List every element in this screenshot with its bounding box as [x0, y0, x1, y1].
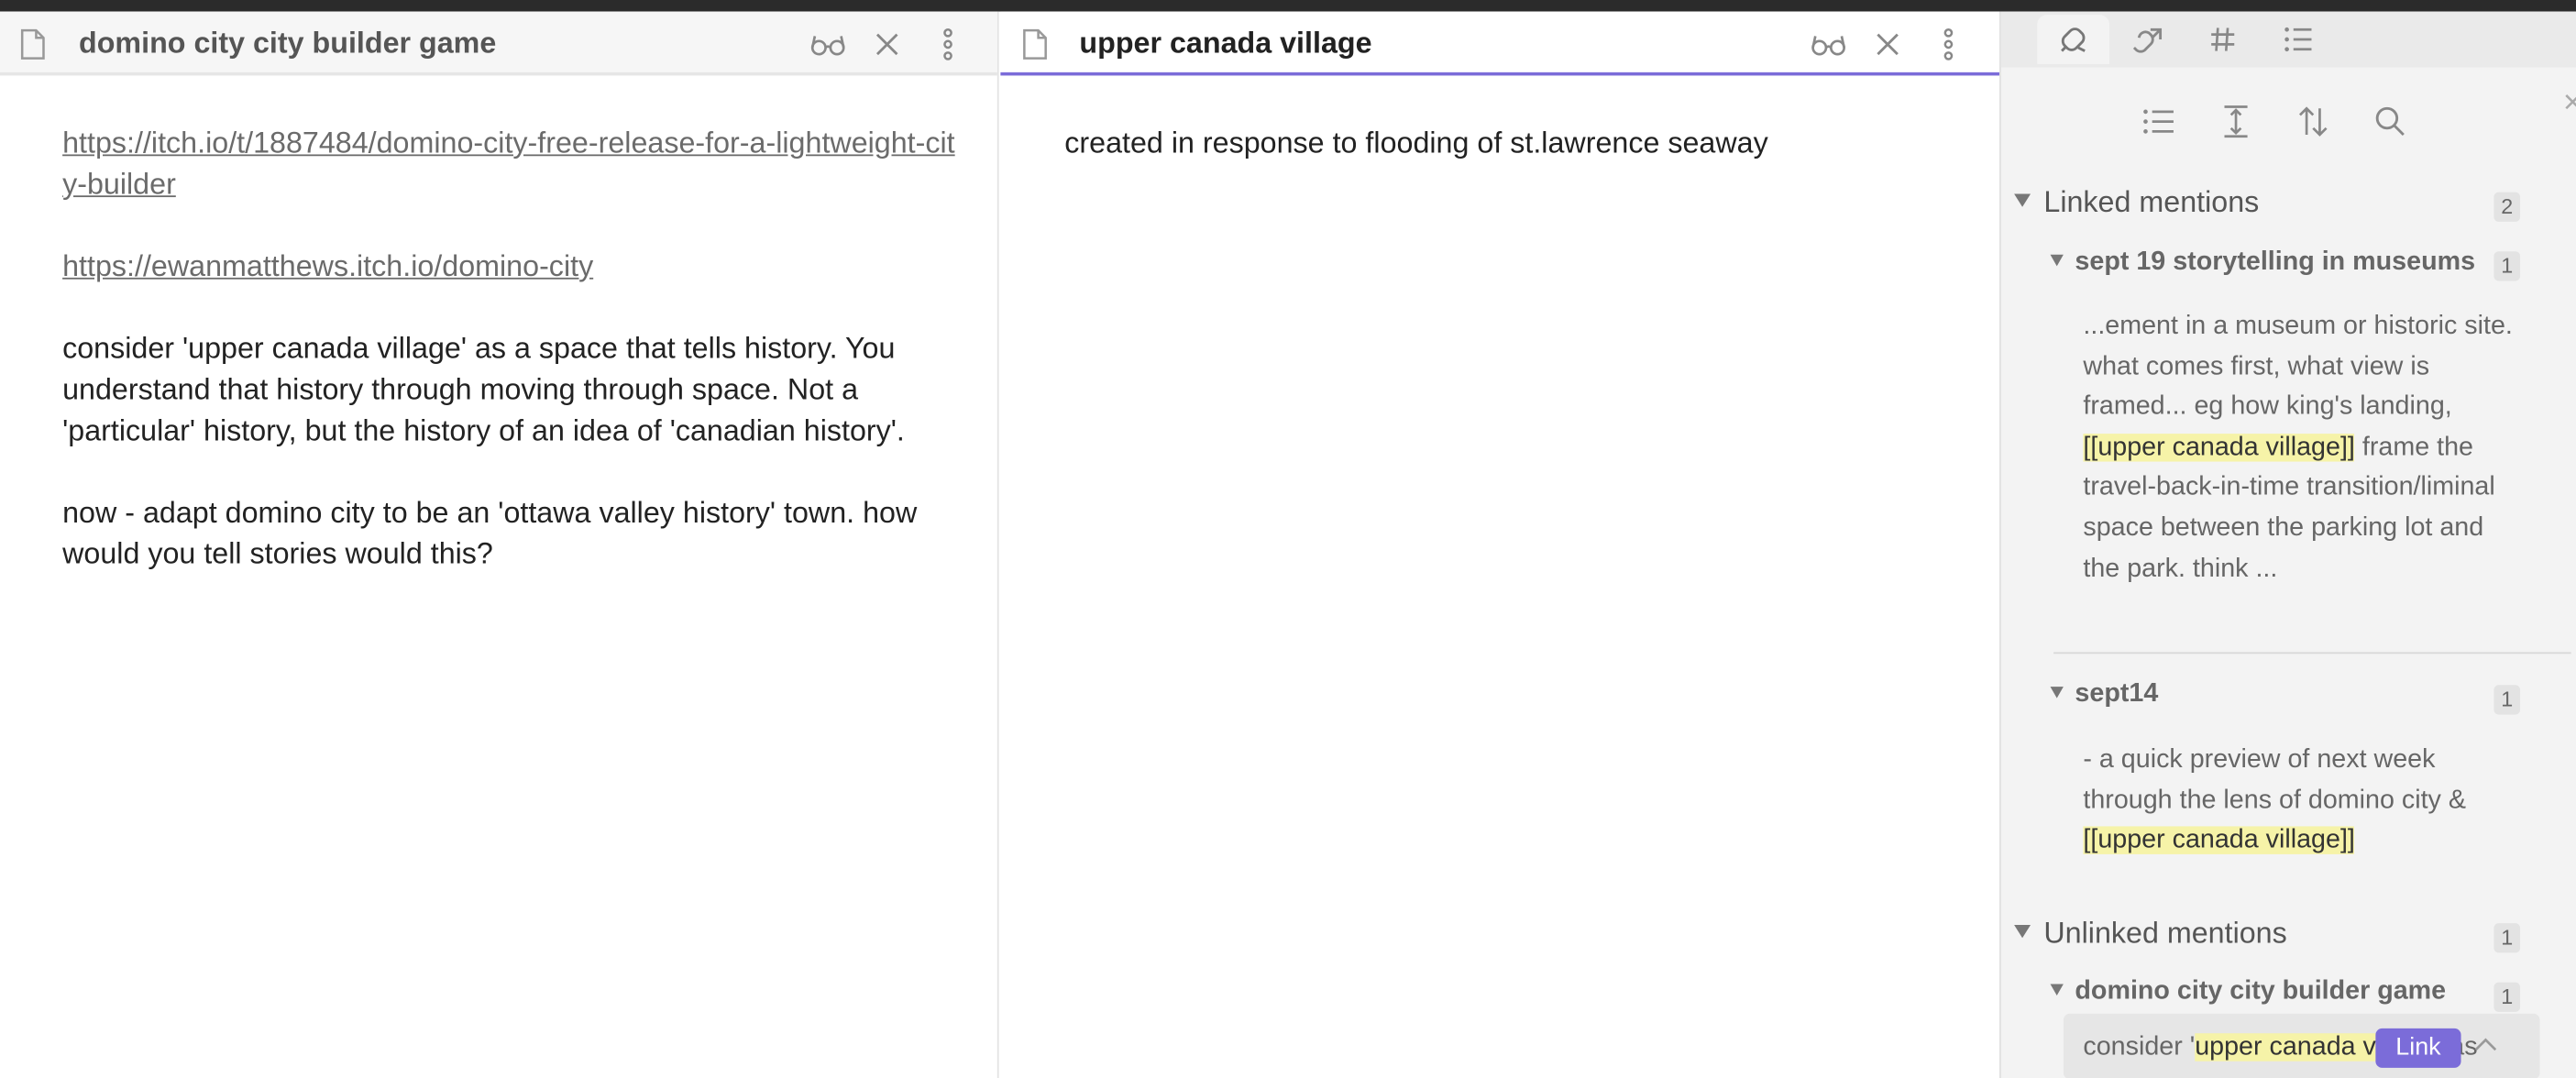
mention-snippet[interactable]: ...ement in a museum or historic site. w…	[2083, 307, 2514, 590]
outgoing-links-icon	[2132, 28, 2163, 53]
close-icon	[1877, 33, 1899, 56]
section-label: Linked mentions	[2043, 185, 2260, 219]
chevron-up-icon[interactable]	[2472, 1035, 2499, 1055]
collapse-triangle-icon	[2014, 924, 2031, 939]
note-paragraph: created in response to flooding of st.la…	[1064, 126, 1768, 160]
collapse-triangle-icon	[2014, 193, 2031, 207]
unlinked-mention-snippet[interactable]: consider 'upper canada village' as	[2063, 1013, 2540, 1078]
app-window: domino city city builder game https://it…	[0, 0, 2576, 1078]
expand-vertical-icon	[2224, 105, 2248, 138]
unlinked-mentions-header[interactable]: Unlinked mentions	[2014, 917, 2287, 952]
left-pane-title[interactable]: domino city city builder game	[79, 27, 496, 61]
backlinks-toolbar	[2001, 94, 2576, 149]
tab-backlinks[interactable]	[2037, 15, 2110, 64]
mention-file-header[interactable]: domino city city builder game	[2050, 977, 2447, 1006]
close-icon[interactable]	[2563, 92, 2576, 115]
section-label: Unlinked mentions	[2043, 916, 2287, 950]
linked-mentions-count: 2	[2493, 192, 2521, 222]
search-button[interactable]	[2369, 100, 2412, 143]
divider	[2053, 652, 2571, 654]
unlinked-mentions-count: 1	[2493, 923, 2521, 953]
sidebar-tab-bar	[2000, 11, 2576, 68]
tab-tags[interactable]	[2186, 15, 2259, 64]
itch-thread-link[interactable]: https://itch.io/t/1887484/domino-city-fr…	[62, 126, 955, 201]
window-topbar	[0, 0, 2576, 12]
reading-view-button[interactable]	[1809, 25, 1848, 64]
collapse-triangle-icon	[2050, 254, 2064, 267]
highlighted-match: upper canada v	[2195, 1033, 2376, 1062]
highlighted-link[interactable]: [[upper canada village]]	[2083, 826, 2355, 855]
mention-file-name: sept 19 storytelling in museums	[2075, 248, 2476, 277]
mention-count: 1	[2493, 251, 2521, 281]
mention-snippet: consider 'upper canada village' as	[2083, 1028, 2539, 1069]
middle-pane-title[interactable]: upper canada village	[1079, 27, 1371, 61]
middle-pane-header: upper canada village	[1000, 11, 1999, 76]
file-icon	[20, 28, 45, 60]
collapse-triangle-icon	[2050, 687, 2064, 698]
right-sidebar: Linked mentions 2 sept 19 storytelling i…	[1998, 11, 2576, 1078]
mention-count: 1	[2493, 982, 2521, 1012]
mention-file-header[interactable]: sept 19 storytelling in museums	[2050, 248, 2476, 278]
close-icon	[875, 33, 898, 56]
mention-file-name: domino city city builder game	[2075, 977, 2447, 1006]
sort-button[interactable]	[2292, 100, 2335, 143]
more-options-button[interactable]	[1929, 25, 1968, 64]
left-pane: domino city city builder game https://it…	[0, 11, 999, 1078]
highlighted-link[interactable]: [[upper canada village]]	[2083, 433, 2355, 461]
middle-pane-content: created in response to flooding of st.la…	[1064, 123, 1952, 205]
snippet-text: consider '	[2083, 1033, 2196, 1062]
reading-view-button[interactable]	[809, 25, 848, 64]
more-vertical-icon	[1943, 28, 1954, 60]
left-pane-content: https://itch.io/t/1887484/domino-city-fr…	[62, 123, 963, 616]
sort-icon	[2298, 106, 2328, 137]
mention-file-name: sept14	[2075, 679, 2159, 709]
glasses-icon	[810, 36, 845, 56]
show-more-context-button[interactable]	[2215, 100, 2258, 143]
collapse-results-button[interactable]	[2138, 100, 2181, 143]
backlinks-icon	[2061, 28, 2086, 52]
hash-icon	[2211, 28, 2235, 51]
outline-list-icon	[2284, 27, 2312, 52]
note-paragraph: consider 'upper canada village' as a spa…	[62, 332, 905, 447]
tab-outline[interactable]	[2262, 15, 2335, 64]
mention-snippet[interactable]: - a quick preview of next week through t…	[2083, 741, 2514, 862]
close-pane-button[interactable]	[1868, 25, 1908, 64]
note-paragraph: now - adapt domino city to be an 'ottawa…	[62, 496, 918, 570]
search-icon	[2375, 106, 2405, 136]
itch-game-link[interactable]: https://ewanmatthews.itch.io/domino-city	[62, 249, 593, 282]
link-button[interactable]: Link	[2375, 1028, 2461, 1068]
middle-pane: upper canada village created in response…	[1000, 11, 1999, 1078]
mention-count: 1	[2493, 685, 2521, 715]
more-vertical-icon	[943, 28, 952, 60]
collapse-triangle-icon	[2050, 984, 2064, 996]
close-pane-button[interactable]	[867, 25, 907, 64]
mention-file-header[interactable]: sept14	[2050, 679, 2159, 710]
snippet-text: ...ement in a museum or historic site. w…	[2083, 312, 2513, 422]
more-options-button[interactable]	[929, 25, 968, 64]
file-icon	[1023, 28, 1047, 60]
linked-mentions-header[interactable]: Linked mentions	[2014, 186, 2259, 221]
list-icon	[2143, 109, 2174, 134]
tab-outgoing-links[interactable]	[2111, 15, 2184, 64]
glasses-icon	[1811, 36, 1845, 56]
snippet-text: - a quick preview of next week through t…	[2083, 745, 2466, 815]
left-pane-header: domino city city builder game	[0, 11, 997, 76]
